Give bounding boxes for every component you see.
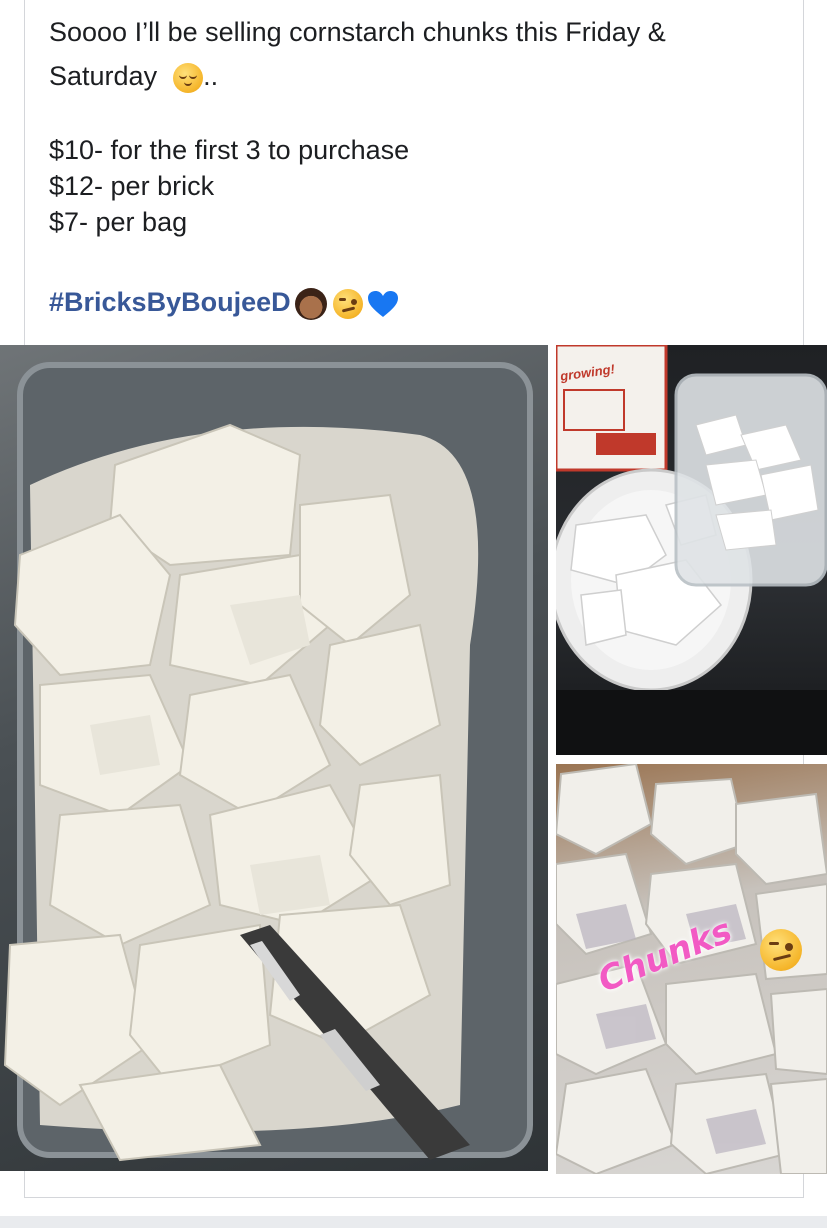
post-text-line-2: Saturday.. [49, 58, 218, 94]
woozy-face-icon [332, 288, 363, 319]
relieved-face-icon [173, 62, 204, 93]
feed-divider [0, 1216, 827, 1228]
price-per-bag: $7- per bag [49, 207, 188, 237]
price-per-brick: $12- per brick [49, 171, 215, 201]
woozy-face-sticker-icon [760, 929, 802, 971]
blue-heart-icon [367, 290, 399, 318]
photo-chunks-in-dish[interactable] [0, 345, 548, 1171]
photo-plate-and-container[interactable]: growing! [556, 345, 827, 755]
post-text-ellipsis: .. [203, 61, 219, 91]
hashtag-line: #BricksByBoujeeD [49, 284, 399, 320]
post-text-line-1: Soooo I’ll be selling cornstarch chunks … [49, 17, 666, 47]
price-first-three: $10- for the first 3 to purchase [49, 135, 410, 165]
woman-getting-massage-icon [294, 287, 327, 320]
facebook-post-screenshot: Soooo I’ll be selling cornstarch chunks … [0, 0, 827, 1228]
hashtag-link[interactable]: #BricksByBoujeeD [49, 287, 291, 317]
post-text-saturday: Saturday [49, 61, 158, 91]
photo-chunks-closeup[interactable]: Chunks [556, 764, 827, 1174]
